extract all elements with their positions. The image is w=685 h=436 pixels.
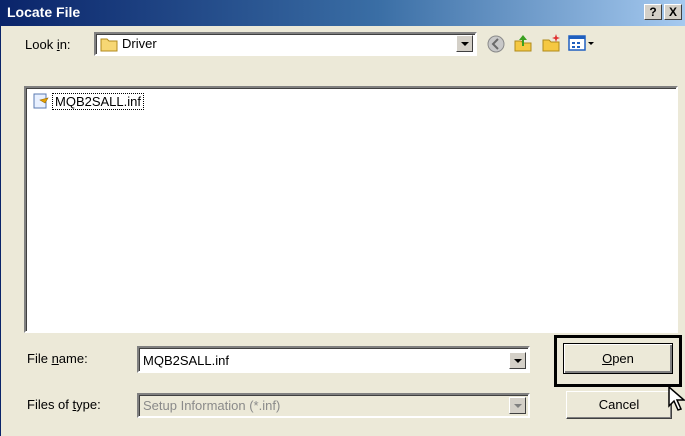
locate-file-dialog: Locate File ? X Look in: Driver MQB2SALL… xyxy=(0,0,685,436)
file-name-label: File name: xyxy=(27,351,88,366)
view-menu-icon[interactable] xyxy=(567,33,597,53)
file-name-input[interactable]: MQB2SALL.inf xyxy=(137,346,530,373)
close-icon: X xyxy=(668,5,677,19)
look-in-dropdown-arrow[interactable] xyxy=(456,35,473,52)
help-icon: ? xyxy=(649,5,657,19)
file-name-dropdown-arrow[interactable] xyxy=(509,352,526,369)
mouse-cursor-icon xyxy=(668,386,685,411)
file-name-value: MQB2SALL.inf xyxy=(143,353,229,368)
help-button[interactable]: ? xyxy=(644,4,662,20)
cancel-button[interactable]: Cancel xyxy=(566,391,672,419)
close-button[interactable]: X xyxy=(664,4,682,20)
look-in-value: Driver xyxy=(122,36,157,51)
look-in-label: Look in: xyxy=(25,37,71,52)
file-name: MQB2SALL.inf xyxy=(52,93,144,110)
inf-file-icon xyxy=(33,93,49,109)
file-list[interactable]: MQB2SALL.inf xyxy=(24,86,678,333)
window-title: Locate File xyxy=(7,4,81,20)
file-type-select[interactable]: Setup Information (*.inf) xyxy=(137,393,530,418)
title-bar[interactable]: Locate File ? X xyxy=(1,0,685,26)
file-type-label: Files of type: xyxy=(27,397,101,412)
file-type-value: Setup Information (*.inf) xyxy=(143,398,281,413)
file-type-dropdown-arrow xyxy=(509,397,526,414)
back-icon[interactable] xyxy=(486,34,506,54)
folder-icon xyxy=(100,38,118,52)
open-button-highlight xyxy=(554,335,682,387)
up-folder-icon[interactable] xyxy=(513,33,533,53)
look-in-combo[interactable]: Driver xyxy=(94,32,477,56)
new-folder-icon[interactable] xyxy=(541,33,561,53)
